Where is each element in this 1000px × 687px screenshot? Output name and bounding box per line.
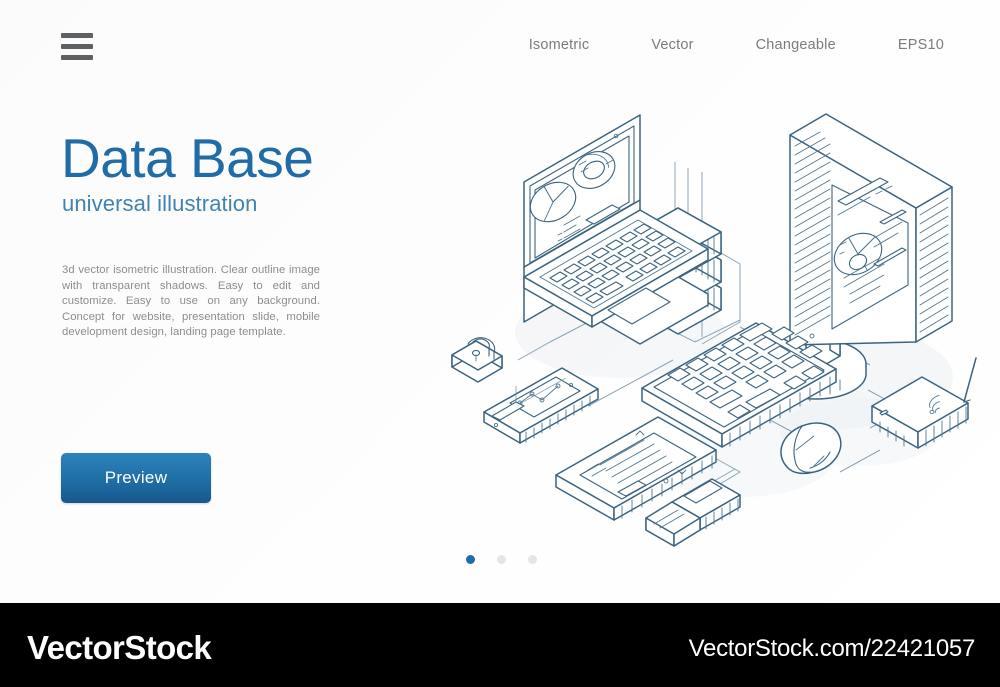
isometric-illustration: .ln { fill:none; stroke:#3c6480; stroke-… xyxy=(440,72,1000,552)
carousel-pagination xyxy=(466,555,537,564)
vectorstock-logo: VectorStock xyxy=(27,629,212,666)
hero-slide: Isometric Vector Changeable EPS10 Data B… xyxy=(0,0,1000,603)
page-title: Data Base xyxy=(61,127,314,189)
hamburger-bar-2 xyxy=(61,44,93,49)
hero-description: 3d vector isometric illustration. Clear … xyxy=(62,264,320,339)
nav-links: Isometric Vector Changeable EPS10 xyxy=(529,37,944,53)
carousel-dot-2[interactable] xyxy=(497,555,506,564)
nav-item-changeable[interactable]: Changeable xyxy=(756,37,836,53)
carousel-dot-1[interactable] xyxy=(466,555,475,564)
vectorstock-watermark: VectorStock.com/22421057 xyxy=(688,635,976,662)
carousel-dot-3[interactable] xyxy=(528,555,537,564)
hamburger-menu-icon[interactable] xyxy=(61,33,93,60)
slide-page: Isometric Vector Changeable EPS10 Data B… xyxy=(0,0,1000,687)
hamburger-bar-1 xyxy=(61,33,93,38)
footer-bar: VectorStock VectorStock.com/22421057 xyxy=(0,603,1000,687)
nav-item-isometric[interactable]: Isometric xyxy=(529,37,590,53)
hamburger-bar-3 xyxy=(61,55,93,60)
nav-item-vector[interactable]: Vector xyxy=(651,37,693,53)
preview-button[interactable]: Preview xyxy=(61,453,211,503)
page-subtitle: universal illustration xyxy=(62,191,258,216)
padlock-device xyxy=(451,337,503,383)
hero-copy-block: Data Base universal illustration 3d vect… xyxy=(61,128,331,341)
smartphone-device xyxy=(483,367,599,444)
nav-item-eps10[interactable]: EPS10 xyxy=(898,37,944,53)
